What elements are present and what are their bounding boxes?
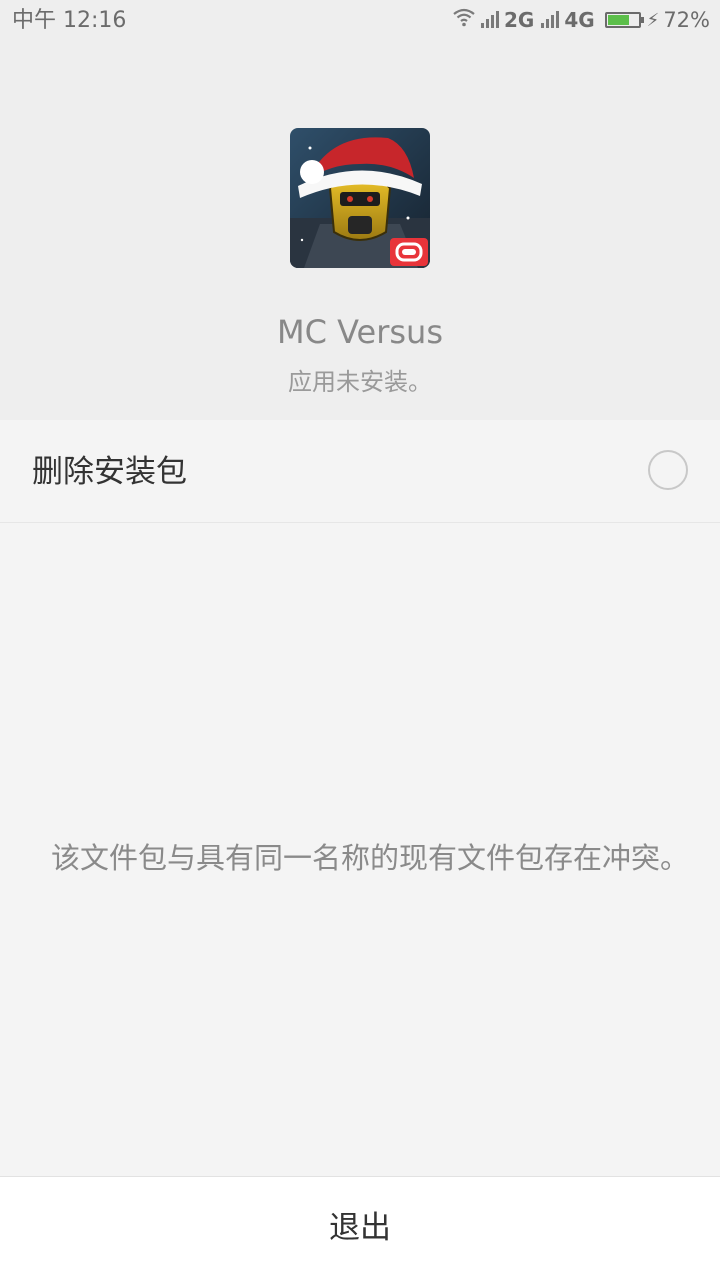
network-type-label: 2G	[503, 8, 535, 32]
app-name: MC Versus	[277, 313, 443, 351]
signal-icon	[540, 11, 560, 29]
battery-icon	[604, 12, 644, 28]
conflict-message: 该文件包与具有同一名称的现有文件包存在冲突。	[50, 841, 689, 875]
status-bar: 中午 12:16 2G 4G ⚡ 72%	[0, 0, 720, 40]
mc-versus-app-icon	[290, 128, 430, 268]
charging-icon: ⚡	[646, 9, 660, 31]
signal-icon	[480, 11, 500, 29]
footer-bar: 退出	[0, 1176, 720, 1280]
install-status-text: 应用未安装。	[288, 368, 432, 396]
status-time: 中午 12:16	[12, 8, 127, 33]
network-type-label: 4G	[564, 8, 595, 32]
battery-level-fill	[607, 15, 629, 25]
exit-button[interactable]: 退出	[0, 1177, 720, 1280]
delete-package-radio[interactable]	[648, 450, 688, 490]
wifi-icon	[452, 7, 476, 33]
status-icons: 2G 4G ⚡ 72%	[452, 6, 710, 34]
delete-package-option[interactable]: 删除安装包	[0, 420, 720, 523]
battery-percent: 72%	[663, 8, 710, 32]
delete-package-label: 删除安装包	[32, 454, 187, 490]
